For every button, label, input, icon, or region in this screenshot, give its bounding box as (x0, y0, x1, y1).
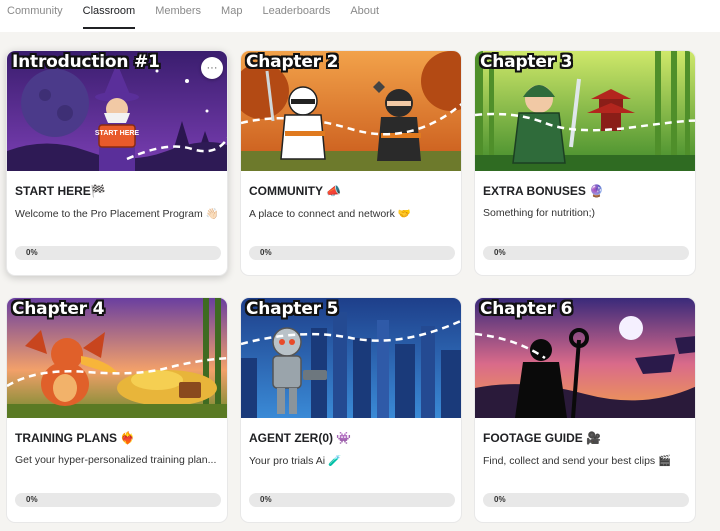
course-title: EXTRA BONUSES 🔮 (483, 184, 605, 198)
progress-bar: 0% (249, 246, 455, 260)
course-thumbnail: Chapter 4 (7, 298, 227, 418)
course-description: Find, collect and send your best clips 🎬 (483, 455, 672, 467)
chapter-label: Chapter 5 (246, 299, 339, 319)
course-title: START HERE🏁 (15, 184, 106, 198)
course-thumbnail: Chapter 2 (241, 51, 461, 171)
course-grid: START HERE Introduction #1 ··· START HER… (0, 0, 720, 531)
start-here-sign-text: START HERE (95, 130, 140, 137)
progress-text: 0% (494, 495, 506, 504)
chapter-label: Chapter 6 (480, 299, 573, 319)
progress-text: 0% (494, 248, 506, 257)
progress-bar: 0% (483, 493, 689, 507)
course-description: Welcome to the Pro Placement Program 👋🏻 (15, 208, 219, 220)
course-description: Your pro trials Ai 🧪 (249, 455, 342, 467)
course-description: Something for nutrition;) (483, 207, 596, 219)
progress-bar: 0% (249, 493, 455, 507)
course-card-training-plans[interactable]: Chapter 4 TRAINING PLANS ❤️‍🔥 Get your h… (6, 297, 228, 523)
course-description: A place to connect and network 🤝 (249, 208, 411, 220)
course-thumbnail: Chapter 3 (475, 51, 695, 171)
course-title: COMMUNITY 📣 (249, 184, 342, 198)
progress-bar: 0% (483, 246, 689, 260)
course-card-agent-zero[interactable]: Chapter 5 AGENT ZER(0) 👾 Your pro trials… (240, 297, 462, 523)
progress-bar: 0% (15, 493, 221, 507)
course-title: AGENT ZER(0) 👾 (249, 431, 352, 445)
course-thumbnail: START HERE Introduction #1 ··· (7, 51, 227, 171)
progress-text: 0% (260, 495, 272, 504)
course-description: Get your hyper-personalized training pla… (15, 454, 217, 466)
chapter-label: Introduction #1 (12, 52, 160, 72)
course-thumbnail: Chapter 6 (475, 298, 695, 418)
chapter-label: Chapter 2 (246, 52, 339, 72)
chapter-label: Chapter 3 (480, 52, 573, 72)
chapter-label: Chapter 4 (12, 299, 105, 319)
progress-text: 0% (26, 495, 38, 504)
progress-text: 0% (26, 248, 38, 257)
course-card-footage-guide[interactable]: Chapter 6 FOOTAGE GUIDE 🎥 Find, collect … (474, 297, 696, 523)
course-title: TRAINING PLANS ❤️‍🔥 (15, 431, 136, 445)
more-options-button[interactable]: ··· (201, 57, 223, 79)
progress-bar: 0% (15, 246, 221, 260)
course-thumbnail: Chapter 5 (241, 298, 461, 418)
progress-text: 0% (260, 248, 272, 257)
course-card-start-here[interactable]: START HERE Introduction #1 ··· START HER… (6, 50, 228, 276)
course-card-community[interactable]: Chapter 2 COMMUNITY 📣 A place to connect… (240, 50, 462, 276)
course-card-extra-bonuses[interactable]: Chapter 3 EXTRA BONUSES 🔮 Something for … (474, 50, 696, 276)
course-title: FOOTAGE GUIDE 🎥 (483, 431, 602, 445)
